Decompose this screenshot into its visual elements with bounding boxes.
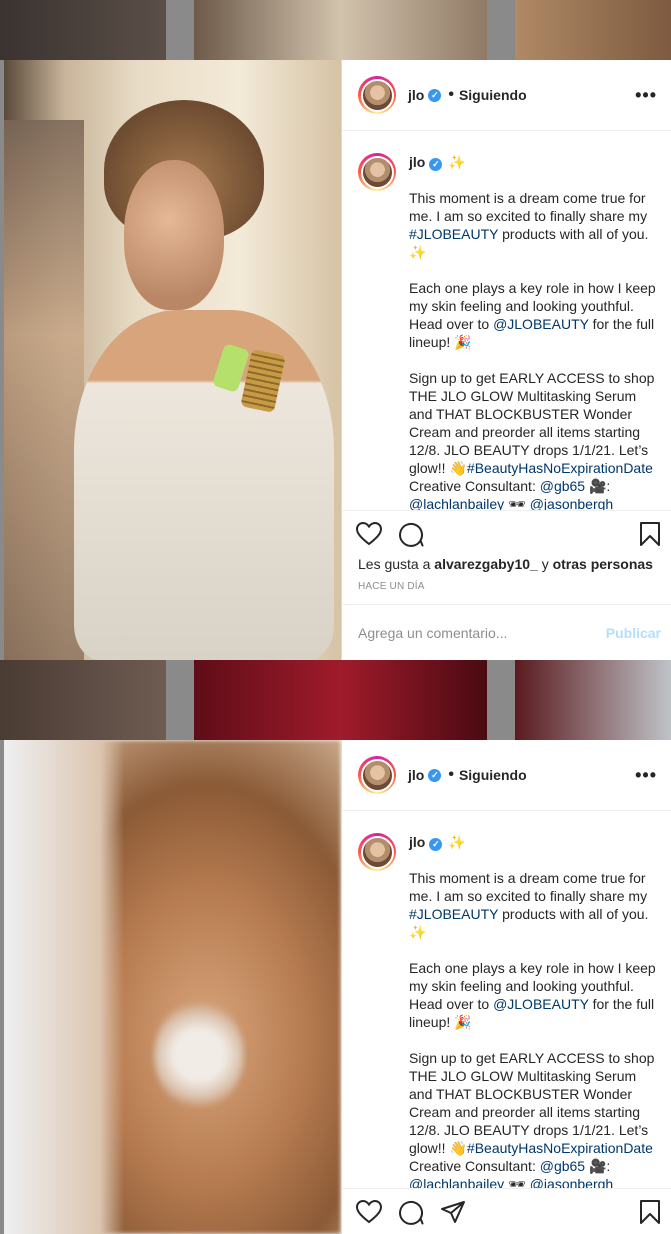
mention-link[interactable]: @lachlanbailey bbox=[409, 1176, 504, 1188]
username-link[interactable]: jlo bbox=[408, 767, 424, 783]
grid-thumbnail[interactable] bbox=[515, 660, 671, 740]
grid-thumbnail[interactable] bbox=[194, 660, 487, 740]
post-modal: jlo ✓ • Siguiendo ••• jlo ✓ ✨ This moment … bbox=[4, 740, 671, 1234]
post-image[interactable] bbox=[4, 740, 341, 1234]
like-heart-icon[interactable] bbox=[356, 1199, 382, 1224]
caption-area: jlo ✓ ✨ This moment is a dream come true f… bbox=[342, 811, 671, 1188]
comment-box: Agrega un comentario... Publicar bbox=[342, 604, 671, 660]
sparkle-emoji: ✨ bbox=[448, 154, 466, 170]
post-image[interactable] bbox=[4, 60, 341, 660]
post-header: jlo ✓ • Siguiendo ••• bbox=[342, 740, 671, 811]
mention-link[interactable]: @JLOBEAUTY bbox=[493, 316, 589, 332]
hashtag-link[interactable]: #JLOBEAUTY bbox=[409, 226, 498, 242]
likes-summary: Les gusta a alvarezgaby10_ y otras perso… bbox=[358, 556, 653, 572]
mention-link[interactable]: @gb65 bbox=[540, 1158, 585, 1174]
caption-area: jlo ✓ ✨ This moment is a dream come true f… bbox=[342, 131, 671, 510]
hashtag-link[interactable]: #BeautyHasNoExpirationDate bbox=[467, 460, 653, 476]
caption-paragraph: Sign up to get EARLY ACCESS to shop THE … bbox=[409, 1049, 657, 1188]
following-button[interactable]: Siguiendo bbox=[459, 87, 527, 103]
grid-thumbnail[interactable] bbox=[0, 660, 166, 740]
caption-paragraph: Each one plays a key role in how I keep … bbox=[409, 960, 656, 1030]
grid-thumbnail[interactable] bbox=[515, 0, 671, 60]
caption-paragraph: Each one plays a key role in how I keep … bbox=[409, 280, 656, 350]
mention-link[interactable]: @lachlanbailey bbox=[409, 496, 504, 510]
caption-username-link[interactable]: jlo bbox=[409, 154, 425, 170]
action-bar bbox=[342, 510, 671, 556]
action-bar bbox=[342, 1188, 671, 1234]
background-grid-top bbox=[0, 0, 671, 60]
separator-dot: • bbox=[448, 766, 454, 783]
post-modal: jlo ✓ • Siguiendo ••• jlo ✓ ✨ This moment … bbox=[4, 60, 671, 660]
grid-thumbnail[interactable] bbox=[194, 0, 487, 60]
bookmark-icon[interactable] bbox=[639, 521, 661, 547]
caption-text: jlo ✓ ✨ This moment is a dream come true f… bbox=[409, 833, 657, 1188]
more-options-icon[interactable]: ••• bbox=[635, 85, 657, 106]
following-button[interactable]: Siguiendo bbox=[459, 767, 527, 783]
mention-link[interactable]: @jasonbergh bbox=[530, 496, 614, 510]
other-likers-link[interactable]: otras personas bbox=[553, 556, 653, 572]
like-heart-icon[interactable] bbox=[356, 521, 382, 546]
background-grid-mid bbox=[0, 660, 671, 740]
comment-input[interactable]: Agrega un comentario... bbox=[358, 625, 507, 641]
mention-link[interactable]: @gb65 bbox=[540, 478, 585, 494]
verified-badge-icon: ✓ bbox=[429, 837, 443, 851]
post-header: jlo ✓ • Siguiendo ••• bbox=[342, 60, 671, 131]
liker-link[interactable]: alvarezgaby10_ bbox=[434, 556, 538, 572]
caption-paragraph: This moment is a dream come true for me.… bbox=[409, 870, 649, 940]
post-panel: jlo ✓ • Siguiendo ••• jlo ✓ ✨ This moment … bbox=[341, 60, 671, 660]
mention-link[interactable]: @jasonbergh bbox=[530, 1176, 614, 1188]
avatar[interactable] bbox=[358, 76, 396, 114]
post-panel: jlo ✓ • Siguiendo ••• jlo ✓ ✨ This moment … bbox=[341, 740, 671, 1234]
bookmark-icon[interactable] bbox=[639, 1199, 661, 1225]
caption-text: jlo ✓ ✨ This moment is a dream come true f… bbox=[409, 153, 657, 510]
avatar[interactable] bbox=[358, 833, 396, 871]
mention-link[interactable]: @JLOBEAUTY bbox=[493, 996, 589, 1012]
verified-badge-icon: ✓ bbox=[428, 88, 442, 102]
share-icon[interactable] bbox=[440, 1200, 466, 1224]
hashtag-link[interactable]: #JLOBEAUTY bbox=[409, 906, 498, 922]
caption-username-link[interactable]: jlo bbox=[409, 834, 425, 850]
publish-button[interactable]: Publicar bbox=[606, 625, 661, 641]
grid-thumbnail[interactable] bbox=[0, 0, 166, 60]
caption-paragraph: Sign up to get EARLY ACCESS to shop THE … bbox=[409, 370, 655, 510]
comment-icon[interactable] bbox=[398, 1199, 424, 1225]
verified-badge-icon: ✓ bbox=[428, 768, 442, 782]
separator-dot: • bbox=[448, 86, 454, 103]
caption-paragraph: This moment is a dream come true for me.… bbox=[409, 190, 649, 260]
hashtag-link[interactable]: #BeautyHasNoExpirationDate bbox=[467, 1140, 653, 1156]
username-link[interactable]: jlo bbox=[408, 87, 424, 103]
avatar[interactable] bbox=[358, 756, 396, 794]
more-options-icon[interactable]: ••• bbox=[635, 765, 657, 786]
post-timestamp[interactable]: HACE UN DÍA bbox=[342, 572, 671, 604]
sparkle-emoji: ✨ bbox=[448, 834, 466, 850]
avatar[interactable] bbox=[358, 153, 396, 191]
comment-icon[interactable] bbox=[398, 521, 424, 547]
verified-badge-icon: ✓ bbox=[429, 157, 443, 171]
